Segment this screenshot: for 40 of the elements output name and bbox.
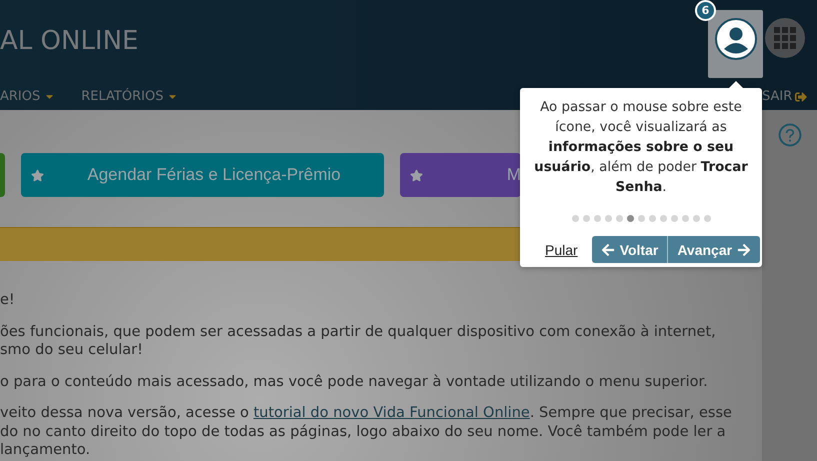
logout-icon	[795, 90, 808, 102]
step-dot[interactable]	[660, 215, 666, 222]
arrow-left-icon	[600, 242, 615, 256]
step-dot[interactable]	[572, 215, 578, 222]
tutorial-link[interactable]: tutorial do novo Vida Funcional Online	[253, 405, 530, 421]
step-dot[interactable]	[594, 215, 600, 222]
shortcut-button[interactable]: M	[400, 153, 521, 197]
step-dot[interactable]	[682, 215, 688, 222]
logout-link[interactable]: SAIR	[762, 89, 808, 104]
skip-link[interactable]: Pular	[545, 242, 578, 258]
grid-icon	[774, 27, 796, 49]
paragraph-line: lançamento.	[0, 441, 92, 460]
step-dot[interactable]	[638, 215, 644, 222]
shortcut-button[interactable]: Agendar Férias e Licença-Prêmio	[21, 153, 384, 197]
paragraph-line: veito dessa nova versão, acesse o tutorial do novo Vida Funcional Online. Sempre que precisar, esse	[0, 404, 733, 422]
step-dot[interactable]	[604, 215, 612, 222]
paragraph-line: ões funcionais, que podem ser acessadas a partir de qualquer dispositivo com conexão à internet,	[0, 322, 717, 341]
step-dot[interactable]	[648, 215, 656, 222]
star-icon	[410, 168, 423, 182]
paragraph-line: smo do seu celular!	[0, 341, 144, 360]
arrow-right-icon	[737, 242, 752, 256]
site-title: AL ONLINE	[0, 26, 138, 56]
step-dot[interactable]	[582, 215, 590, 222]
step-dot[interactable]	[626, 215, 634, 222]
step-dot[interactable]	[692, 215, 700, 222]
back-button[interactable]: Voltar	[592, 236, 668, 263]
tour-text: Ao passar o mouse sobre este ícone, você visualizará as informações sobre o seu usuário, além de poder Trocar Senha.	[533, 99, 749, 197]
paragraph-line: e!	[0, 291, 16, 310]
paragraph-line: do no canto direito do topo de todas as páginas, logo abaixo do seu nome. Você também pode ler a	[0, 422, 727, 441]
star-icon	[31, 168, 44, 182]
step-dot[interactable]	[704, 215, 710, 222]
nav-menu[interactable]: ARIOS	[0, 89, 56, 104]
user-avatar-icon	[714, 18, 756, 60]
next-button[interactable]: Avançar	[667, 236, 760, 263]
nav-menu[interactable]: RELATÓRIOS	[81, 89, 178, 104]
paragraph-line: o para o conteúdo mais acessado, mas você pode navegar à vontade utilizando o menu superior.	[0, 372, 709, 391]
user-highlight[interactable]	[708, 10, 763, 78]
step-dot[interactable]	[670, 215, 678, 222]
help-icon[interactable]	[776, 122, 802, 148]
step-dot[interactable]	[616, 215, 622, 222]
